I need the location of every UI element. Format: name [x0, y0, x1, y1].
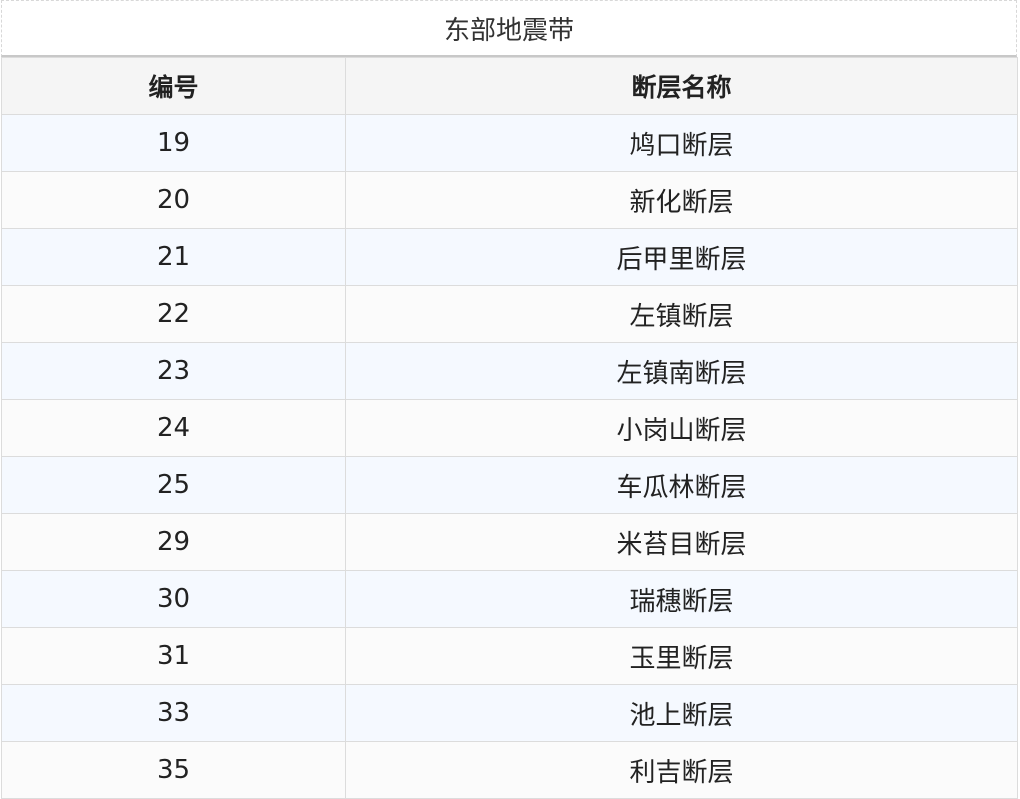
table-row: 25 车瓜林断层: [1, 456, 1018, 514]
cell-fault-name: 小岗山断层: [345, 399, 1018, 457]
cell-fault-name: 池上断层: [345, 684, 1018, 742]
table-header-row: 编号 断层名称: [1, 57, 1018, 115]
cell-number: 19: [1, 114, 346, 172]
table-row: 33 池上断层: [1, 684, 1018, 742]
cell-fault-name: 后甲里断层: [345, 228, 1018, 286]
fault-table: 编号 断层名称 19 鸠口断层 20 新化断层 21 后甲里断层 22 左镇断层: [1, 57, 1018, 799]
table-row: 21 后甲里断层: [1, 228, 1018, 286]
cell-number: 20: [1, 171, 346, 229]
header-fault-name: 断层名称: [345, 57, 1018, 115]
cell-fault-name: 玉里断层: [345, 627, 1018, 685]
cell-fault-name: 米苔目断层: [345, 513, 1018, 571]
cell-number: 25: [1, 456, 346, 514]
cell-number: 30: [1, 570, 346, 628]
cell-fault-name: 瑞穗断层: [345, 570, 1018, 628]
cell-fault-name: 利吉断层: [345, 741, 1018, 799]
cell-number: 21: [1, 228, 346, 286]
cell-number: 29: [1, 513, 346, 571]
cell-number: 24: [1, 399, 346, 457]
table-row: 35 利吉断层: [1, 741, 1018, 799]
cell-number: 35: [1, 741, 346, 799]
cell-fault-name: 新化断层: [345, 171, 1018, 229]
cell-number: 22: [1, 285, 346, 343]
table-row: 22 左镇断层: [1, 285, 1018, 343]
table-row: 23 左镇南断层: [1, 342, 1018, 400]
table-row: 30 瑞穗断层: [1, 570, 1018, 628]
table-row: 19 鸠口断层: [1, 114, 1018, 172]
header-number: 编号: [1, 57, 346, 115]
cell-fault-name: 鸠口断层: [345, 114, 1018, 172]
fault-table-container: 东部地震带 编号 断层名称 19 鸠口断层 20 新化断层 21 后甲里断层 2…: [1, 0, 1018, 799]
cell-number: 33: [1, 684, 346, 742]
cell-number: 23: [1, 342, 346, 400]
table-caption: 东部地震带: [1, 0, 1017, 57]
cell-fault-name: 车瓜林断层: [345, 456, 1018, 514]
table-row: 24 小岗山断层: [1, 399, 1018, 457]
table-row: 29 米苔目断层: [1, 513, 1018, 571]
cell-fault-name: 左镇断层: [345, 285, 1018, 343]
table-row: 20 新化断层: [1, 171, 1018, 229]
cell-number: 31: [1, 627, 346, 685]
cell-fault-name: 左镇南断层: [345, 342, 1018, 400]
table-row: 31 玉里断层: [1, 627, 1018, 685]
